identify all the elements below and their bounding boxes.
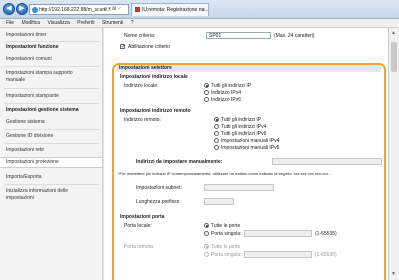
divider	[4, 143, 99, 144]
main-panel: Nome criteria: SP01 (Max. 24 caratteri) …	[104, 28, 399, 280]
subnet-input[interactable]	[204, 184, 274, 191]
scrollbar-thumb[interactable]	[391, 42, 397, 72]
local-ipv6-label: Indirizzo IPv6	[211, 97, 242, 103]
sidebar-header-gestione-sistema: Impostazioni gestione sistema	[6, 107, 79, 113]
selector-section-title: Impostazioni selettore	[116, 65, 381, 72]
favicon-icon	[135, 7, 140, 12]
enable-label: Abilitazione criterio	[128, 44, 170, 50]
prefix-input[interactable]	[204, 198, 234, 205]
prefix-label: Lunghezza prefisso:	[136, 199, 181, 205]
sidebar-item-rete[interactable]: Impostazioni rete	[0, 147, 102, 154]
remote-manual-ipv4-label: Impostazioni manuali IPv4	[221, 138, 280, 144]
menu-help[interactable]: ?	[131, 19, 134, 28]
remote-port-input[interactable]	[244, 251, 312, 258]
remote-all-ipv4-radio[interactable]	[214, 124, 219, 129]
sidebar-item-stampante[interactable]: Impostazioni stampante	[0, 93, 102, 100]
menu-preferiti[interactable]: Preferiti	[77, 19, 94, 28]
local-single-port-label: Porta singola:	[211, 231, 242, 237]
globe-icon	[32, 7, 38, 13]
local-single-port-radio[interactable]	[204, 231, 209, 236]
rule-name-label: Nome criteria:	[124, 33, 156, 39]
remote-manual-ipv6-radio[interactable]	[214, 145, 219, 150]
remote-manual-ipv4-radio[interactable]	[214, 138, 219, 143]
tab-close-icon[interactable]: ×	[202, 4, 205, 16]
remote-single-port-label: Porta singola:	[211, 252, 242, 258]
scroll-down-icon[interactable]: ▼	[391, 271, 396, 277]
address-tools[interactable]: ρ ▾ ⊠ ♂	[104, 6, 121, 12]
back-button[interactable]: ◀	[3, 3, 15, 15]
local-addr-label: Indirizzo locale:	[124, 83, 159, 89]
local-addr-section-title: Impostazioni indirizzo locale	[120, 74, 188, 80]
remote-all-ipv4-label: Tutti gli indirizzi IPv4	[221, 124, 267, 130]
local-all-ip-radio[interactable]	[204, 83, 209, 88]
remote-manual-ipv6-label: Impostazioni manuali IPv6	[221, 145, 280, 151]
remote-all-ip-label: Tutti gli indirizzi IP	[221, 117, 262, 123]
remote-all-ports-label: Tutte le porte	[211, 244, 241, 250]
manual-addr-input[interactable]	[272, 158, 382, 165]
sidebar-item-gestione-sistema[interactable]: Gestione sistema	[0, 119, 102, 126]
local-port-label: Porta locale:	[124, 223, 152, 229]
divider	[4, 88, 99, 89]
rule-name-input[interactable]: SP01	[206, 32, 271, 39]
divider	[4, 103, 99, 104]
sidebar-item-gestione-id[interactable]: Gestione ID divisione	[0, 133, 102, 140]
sidebar: Impostazioni timer Impostazioni funzione…	[0, 28, 103, 280]
local-ipv6-radio[interactable]	[204, 97, 209, 102]
tab-title: IU:remota: Registrazione nu...	[142, 7, 209, 13]
browser-tab[interactable]: IU:remota: Registrazione nu... ×	[131, 3, 209, 16]
subnet-label: Impostazioni subnet:	[136, 185, 182, 191]
enable-checkbox[interactable]: ✓	[120, 44, 125, 50]
sidebar-header-funzione: Impostazioni funzione	[6, 44, 59, 50]
remote-port-label: Porta remota:	[124, 244, 155, 250]
menu-modifica[interactable]: Modifica	[21, 19, 40, 28]
local-port-range: (1-65535)	[315, 231, 337, 237]
sidebar-item-inizializza[interactable]: Inizializza informazioni delle impostazi…	[0, 188, 90, 202]
local-all-ports-label: Tutte le porte	[211, 223, 241, 229]
remote-single-port-radio[interactable]	[204, 252, 209, 257]
remote-addr-label: Indirizzo remoto:	[124, 117, 161, 123]
remote-all-ipv6-radio[interactable]	[214, 131, 219, 136]
remote-port-range: (1-65535)	[315, 252, 337, 258]
rule-name-hint: (Max. 24 caratteri)	[274, 33, 315, 39]
browser-titlebar: ◀ ▶ http://192.168.222.88/m_scure... ρ ▾…	[0, 0, 399, 19]
remote-all-ipv6-label: Tutti gli indirizzi IPv6	[221, 131, 267, 137]
divider	[4, 184, 99, 185]
remote-all-ip-radio[interactable]	[214, 117, 219, 122]
sidebar-item-importa-esporta[interactable]: Importa/Esporta	[0, 174, 102, 181]
divider	[4, 41, 99, 42]
menu-visualizza[interactable]: Visualizza	[47, 19, 69, 28]
local-all-ports-radio[interactable]	[204, 223, 209, 228]
menubar: File Modifica Visualizza Preferiti Strum…	[0, 19, 399, 28]
sidebar-item-protezione[interactable]: Impostazioni protezione	[0, 157, 102, 168]
sidebar-item-supporto-manuale[interactable]: Impostazioni stampa supporto manuale	[0, 70, 80, 84]
divider	[4, 66, 99, 67]
forward-button[interactable]: ▶	[16, 3, 28, 15]
local-port-input[interactable]	[244, 230, 312, 237]
menu-file[interactable]: File	[6, 19, 14, 28]
sidebar-item-timer[interactable]: Impostazioni timer	[0, 32, 102, 39]
address-text: http://192.168.222.88/m_scure...	[39, 7, 111, 13]
manual-addr-label: Indirizzi da impostare manualmente:	[136, 159, 223, 165]
local-all-ip-label: Tutti gli indirizzi IP	[211, 83, 252, 89]
vertical-scrollbar[interactable]: ▲ ▼	[388, 28, 399, 280]
sidebar-item-comuni[interactable]: Impostazioni comuni	[0, 56, 102, 63]
port-section-title: Impostazioni porta	[120, 214, 165, 220]
scroll-up-icon[interactable]: ▲	[391, 30, 396, 36]
divider	[4, 129, 99, 130]
local-ipv4-radio[interactable]	[204, 90, 209, 95]
manual-addr-note: *Per immettere più indirizzi IP contempo…	[118, 171, 332, 176]
local-ipv4-label: Indirizzo IPv4	[211, 90, 242, 96]
remote-addr-section-title: Impostazioni indirizzo remoto	[120, 108, 191, 114]
menu-strumenti[interactable]: Strumenti	[102, 19, 123, 28]
remote-all-ports-radio[interactable]	[204, 244, 209, 249]
